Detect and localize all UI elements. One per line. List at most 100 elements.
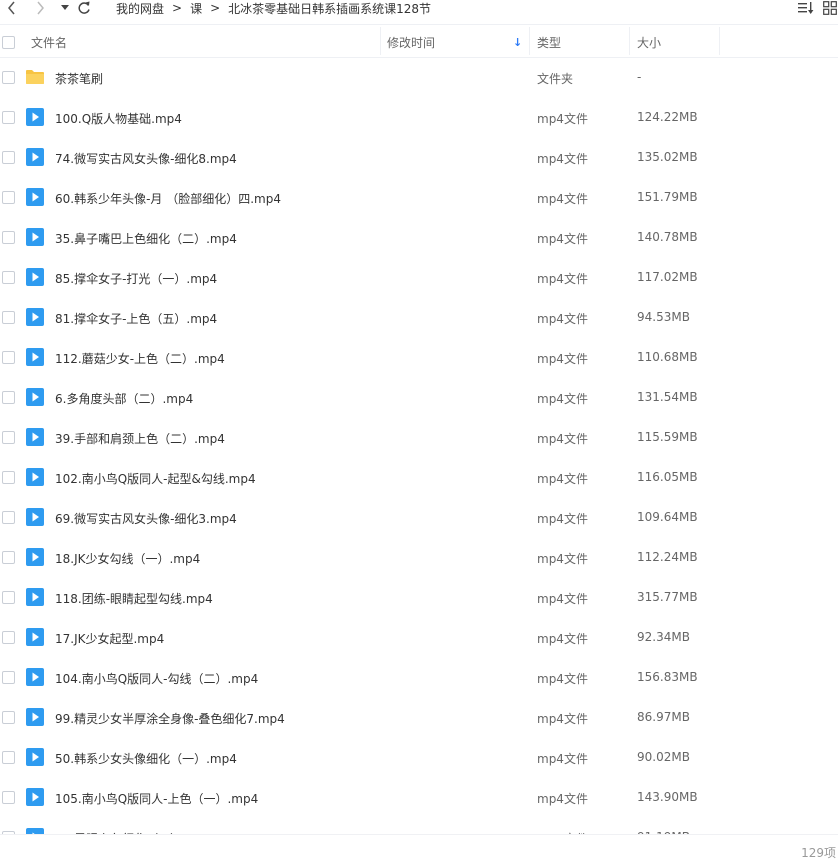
file-row[interactable]: 35.鼻子嘴巴上色细化（二）.mp4 mp4文件 140.78MB [0, 218, 838, 258]
row-checkbox[interactable] [2, 391, 15, 404]
column-divider[interactable] [719, 27, 720, 55]
grid-view-icon [823, 1, 837, 15]
file-row[interactable]: 22.黑眼上色细化（二）.mp4mp4文件91.19MB [0, 818, 838, 834]
file-row[interactable]: 17.JK少女起型.mp4 mp4文件 92.34MB [0, 618, 838, 658]
breadcrumb-separator: > [210, 1, 221, 15]
file-name[interactable]: 39.手部和肩颈上色（二）.mp4 [55, 430, 225, 447]
file-size: 140.78MB [637, 230, 698, 244]
checkbox[interactable] [2, 35, 15, 49]
file-name[interactable]: 81.撑伞女子-上色（五）.mp4 [55, 310, 217, 327]
column-header-size[interactable]: 大小 [637, 25, 661, 59]
file-name[interactable]: 茶茶笔刷 [55, 70, 103, 87]
back-button[interactable] [4, 0, 20, 16]
file-row[interactable]: 18.JK少女勾线（一）.mp4 mp4文件 112.24MB [0, 538, 838, 578]
row-checkbox[interactable] [2, 311, 15, 324]
file-row[interactable]: 104.南小鸟Q版同人-勾线（二）.mp4 mp4文件 156.83MB [0, 658, 838, 698]
row-checkbox[interactable] [2, 351, 15, 364]
file-row[interactable]: 99.精灵少女半厚涂全身像-叠色细化7.mp4 mp4文件 86.97MB [0, 698, 838, 738]
refresh-button[interactable] [76, 0, 92, 16]
row-checkbox[interactable] [2, 631, 15, 644]
navigation-bar: 我的网盘 > 课 > 北冰茶零基础日韩系插画系统课128节 [0, 0, 838, 17]
file-row[interactable]: 112.蘑菇少女-上色（二）.mp4 mp4文件 110.68MB [0, 338, 838, 378]
row-checkbox[interactable] [2, 751, 15, 764]
file-name[interactable]: 74.微写实古风女头像-细化8.mp4 [55, 150, 237, 167]
file-type: mp4文件 [537, 752, 588, 766]
file-name[interactable]: 104.南小鸟Q版同人-勾线（二）.mp4 [55, 670, 258, 687]
breadcrumb-item-my-drive[interactable]: 我的网盘 [116, 0, 164, 17]
column-header-type[interactable]: 类型 [537, 25, 561, 59]
file-name[interactable]: 35.鼻子嘴巴上色细化（二）.mp4 [55, 230, 237, 247]
row-checkbox[interactable] [2, 671, 15, 684]
file-name[interactable]: 60.韩系少年头像-月 （脸部细化）四.mp4 [55, 190, 281, 207]
row-checkbox[interactable] [2, 271, 15, 284]
file-row[interactable]: 69.微写实古风女头像-细化3.mp4 mp4文件 109.64MB [0, 498, 838, 538]
row-checkbox[interactable] [2, 151, 15, 164]
row-checkbox[interactable] [2, 711, 15, 724]
row-checkbox[interactable] [2, 471, 15, 484]
file-size: 135.02MB [637, 150, 698, 164]
row-checkbox[interactable] [2, 591, 15, 604]
file-name[interactable]: 18.JK少女勾线（一）.mp4 [55, 550, 200, 567]
sort-button[interactable] [798, 0, 814, 16]
file-name[interactable]: 6.多角度头部（二）.mp4 [55, 390, 193, 407]
file-name[interactable]: 99.精灵少女半厚涂全身像-叠色细化7.mp4 [55, 710, 285, 727]
file-row[interactable]: 60.韩系少年头像-月 （脸部细化）四.mp4 mp4文件 151.79MB [0, 178, 838, 218]
video-file-icon [25, 427, 45, 447]
file-row[interactable]: 74.微写实古风女头像-细化8.mp4 mp4文件 135.02MB [0, 138, 838, 178]
file-row[interactable]: 105.南小鸟Q版同人-上色（一）.mp4 mp4文件 143.90MB [0, 778, 838, 818]
file-row[interactable]: 茶茶笔刷 文件夹 - [0, 58, 838, 98]
file-name[interactable]: 17.JK少女起型.mp4 [55, 630, 164, 647]
file-row[interactable]: 50.韩系少女头像细化（一）.mp4 mp4文件 90.02MB [0, 738, 838, 778]
row-checkbox[interactable] [2, 111, 15, 124]
video-file-icon [25, 787, 45, 807]
row-checkbox[interactable] [2, 511, 15, 524]
file-size: 131.54MB [637, 390, 698, 404]
column-divider[interactable] [529, 27, 530, 55]
file-name[interactable]: 100.Q版人物基础.mp4 [55, 110, 182, 127]
history-dropdown-button[interactable] [57, 0, 73, 16]
select-all-checkbox[interactable] [2, 25, 15, 59]
file-name[interactable]: 105.南小鸟Q版同人-上色（一）.mp4 [55, 790, 258, 807]
column-divider[interactable] [629, 27, 630, 55]
file-size: 117.02MB [637, 270, 698, 284]
item-count: 129项 [801, 846, 836, 860]
video-file-icon [25, 107, 45, 127]
file-name[interactable]: 112.蘑菇少女-上色（二）.mp4 [55, 350, 225, 367]
row-checkbox[interactable] [2, 71, 15, 84]
file-size: - [637, 70, 642, 84]
column-header-modified[interactable]: 修改时间 ↓ [387, 25, 527, 59]
grid-view-button[interactable] [822, 0, 838, 16]
row-checkbox[interactable] [2, 431, 15, 444]
file-row[interactable]: 100.Q版人物基础.mp4 mp4文件 124.22MB [0, 98, 838, 138]
file-type: mp4文件 [537, 552, 588, 566]
file-size: 112.24MB [637, 550, 698, 564]
forward-button[interactable] [32, 0, 48, 16]
row-checkbox[interactable] [2, 791, 15, 804]
video-file-icon [25, 467, 45, 487]
row-checkbox[interactable] [2, 551, 15, 564]
video-file-icon [25, 827, 45, 834]
row-checkbox[interactable] [2, 231, 15, 244]
file-name[interactable]: 69.微写实古风女头像-细化3.mp4 [55, 510, 237, 527]
file-row[interactable]: 81.撑伞女子-上色（五）.mp4 mp4文件 94.53MB [0, 298, 838, 338]
file-type: mp4文件 [537, 632, 588, 646]
file-type: mp4文件 [537, 592, 588, 606]
file-name[interactable]: 118.团练-眼睛起型勾线.mp4 [55, 590, 213, 607]
file-name[interactable]: 85.撑伞女子-打光（一）.mp4 [55, 270, 217, 287]
file-row[interactable]: 85.撑伞女子-打光（一）.mp4 mp4文件 117.02MB [0, 258, 838, 298]
breadcrumb-item-course[interactable]: 课 [190, 0, 202, 17]
file-row[interactable]: 118.团练-眼睛起型勾线.mp4 mp4文件 315.77MB [0, 578, 838, 618]
file-name[interactable]: 50.韩系少女头像细化（一）.mp4 [55, 750, 237, 767]
file-row[interactable]: 39.手部和肩颈上色（二）.mp4 mp4文件 115.59MB [0, 418, 838, 458]
breadcrumb-item-current-folder[interactable]: 北冰茶零基础日韩系插画系统课128节 [228, 0, 431, 17]
row-checkbox[interactable] [2, 191, 15, 204]
caret-down-icon [61, 5, 69, 10]
file-type: mp4文件 [537, 712, 588, 726]
column-header-type-label: 类型 [537, 35, 562, 50]
file-row[interactable]: 6.多角度头部（二）.mp4 mp4文件 131.54MB [0, 378, 838, 418]
file-type: mp4文件 [537, 472, 588, 486]
column-divider[interactable] [380, 27, 381, 55]
file-row[interactable]: 102.南小鸟Q版同人-起型&勾线.mp4 mp4文件 116.05MB [0, 458, 838, 498]
column-header-name[interactable]: 文件名 [31, 25, 67, 59]
file-name[interactable]: 102.南小鸟Q版同人-起型&勾线.mp4 [55, 470, 256, 487]
